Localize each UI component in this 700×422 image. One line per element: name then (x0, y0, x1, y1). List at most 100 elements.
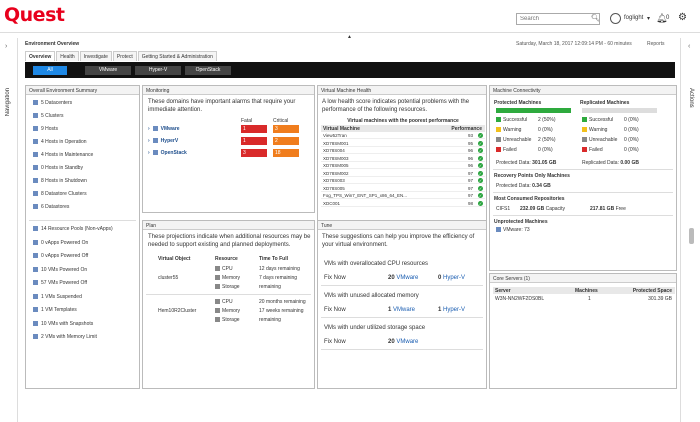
critical-badge[interactable]: 3 (273, 125, 299, 133)
chevron-right-icon[interactable]: › (5, 43, 7, 50)
status-row[interactable]: Successful 2 (50%) (496, 117, 576, 123)
vmware-link-label[interactable]: VMware (393, 307, 415, 313)
summary-item[interactable]: 8 Datastore Clusters (33, 191, 87, 197)
status-row[interactable]: Failed 0 (0%) (496, 147, 576, 153)
status-row[interactable]: Failed 0 (0%) (582, 147, 662, 153)
virtual-object-name[interactable]: Hem10R2Cluster (158, 308, 196, 314)
hyperv-link-label[interactable]: Hyper-V (443, 275, 465, 281)
user-icon[interactable] (610, 13, 621, 24)
table-row[interactable]: XD78SM003 96 ✓ (321, 155, 485, 162)
tab-health[interactable]: Health (56, 51, 79, 61)
summary-item[interactable]: 14 Resource Pools (Non-vApps) (33, 226, 113, 232)
search-input[interactable] (516, 13, 600, 25)
search-icon[interactable]: 🔍︎ (591, 14, 600, 22)
unprotected-vmware[interactable]: VMware: 73 (496, 227, 530, 233)
vm-name[interactable]: XD78SM005 (323, 163, 349, 168)
vm-name[interactable]: XD78S004 (323, 148, 345, 153)
vmware-link[interactable]: 20 VMware (388, 275, 418, 281)
chevron-right-icon[interactable]: › (148, 150, 150, 156)
vm-name[interactable]: View52Tran (323, 133, 347, 138)
table-row[interactable]: XD78SM005 96 ✓ (321, 163, 485, 169)
domain-name[interactable]: OpenStack (161, 150, 187, 156)
chevron-left-icon[interactable]: ‹ (688, 43, 690, 50)
status-row[interactable]: Unreachable 2 (50%) (496, 137, 576, 143)
vm-name[interactable]: XD78SM003 (323, 156, 349, 161)
summary-item[interactable]: 5 Clusters (33, 113, 64, 119)
tab-protect[interactable]: Protect (112, 51, 137, 61)
vm-name[interactable]: XD78SM001 (323, 141, 349, 146)
fatal-badge[interactable]: 3 (241, 149, 267, 157)
filter-openstack[interactable]: OpenStack (185, 66, 231, 75)
summary-item[interactable]: 57 VMs Powered Off (33, 280, 87, 286)
domain-name[interactable]: VMware (161, 126, 180, 132)
actions-panel[interactable]: ‹ Actions (680, 38, 700, 422)
status-row[interactable]: Successful 0 (0%) (582, 117, 662, 123)
table-row[interactable]: Fog_TPS_Win7_ENT_SP1_x86_64_EN... 97 ✓ (321, 193, 485, 199)
gear-icon[interactable]: ⚙ (678, 12, 687, 23)
critical-badge[interactable]: 2 (273, 137, 299, 145)
domain-row[interactable]: › VMware (148, 126, 180, 132)
summary-item[interactable]: 4 Hosts in Operation (33, 139, 87, 145)
navigation-label[interactable]: Navigation (5, 88, 11, 116)
actions-label[interactable]: Actions (688, 88, 694, 108)
filter-vmware[interactable]: VMware (85, 66, 131, 75)
summary-item[interactable]: 0 Hosts in Standby (33, 165, 83, 171)
summary-item[interactable]: 8 Hosts in Shutdown (33, 178, 87, 184)
tab-overview[interactable]: Overview (25, 51, 56, 61)
navigation-panel[interactable]: › Navigation (0, 38, 18, 422)
filter-all[interactable]: All (33, 66, 67, 75)
summary-item[interactable]: 1 VMs Suspended (33, 294, 82, 300)
domain-name[interactable]: HyperV (161, 138, 179, 144)
table-row[interactable]: W3N-NN2WF2DS0BL 1 301.39 GB (493, 295, 675, 302)
hyperv-link[interactable]: 1 Hyper-V (438, 307, 465, 313)
status-row[interactable]: Warning 0 (0%) (582, 127, 662, 133)
vm-name[interactable]: XD78SM002 (323, 171, 349, 176)
table-row[interactable]: XD78S005 97 ✓ (321, 185, 485, 192)
status-row[interactable]: Unreachable 0 (0%) (582, 137, 662, 143)
summary-item[interactable]: 6 Datastores (33, 204, 69, 210)
summary-item[interactable]: 9 Hosts (33, 126, 58, 132)
table-row[interactable]: XDC001 98 ✓ (321, 200, 485, 207)
virtual-object-name[interactable]: cluster55 (158, 275, 178, 281)
status-row[interactable]: Warning 0 (0%) (496, 127, 576, 133)
domain-row[interactable]: › OpenStack (148, 150, 187, 156)
critical-badge[interactable]: 18 (273, 149, 299, 157)
table-row[interactable]: XD78S004 96 ✓ (321, 148, 485, 154)
vmware-link[interactable]: 20 VMware (388, 339, 418, 345)
table-row[interactable]: XD78S003 97 ✓ (321, 178, 485, 184)
vm-name[interactable]: XDC001 (323, 201, 340, 206)
chevron-right-icon[interactable]: › (148, 126, 150, 132)
vm-name[interactable]: Fog_TPS_Win7_ENT_SP1_x86_64_EN... (323, 193, 407, 198)
hyperv-link[interactable]: 0 Hyper-V (438, 275, 465, 281)
summary-item[interactable]: 10 VMs with Snapshots (33, 321, 93, 327)
summary-item[interactable]: 2 VMs with Memory Limit (33, 334, 97, 340)
reports-button[interactable]: Reports (647, 41, 665, 47)
table-row[interactable]: XD78SM001 95 ✓ (321, 140, 485, 147)
summary-item[interactable]: 0 vApps Powered Off (33, 253, 88, 259)
vmware-link-label[interactable]: VMware (396, 275, 418, 281)
summary-item[interactable]: 4 Hosts in Maintenance (33, 152, 93, 158)
table-row[interactable]: View52Tran 93 ✓ (321, 133, 485, 139)
summary-item[interactable]: 10 VMs Powered On (33, 267, 87, 273)
vmware-link[interactable]: 1 VMware (388, 307, 415, 313)
chevron-down-icon[interactable]: ▾ (647, 15, 650, 22)
tab-investigate[interactable]: Investigate (79, 51, 112, 61)
hyperv-link-label[interactable]: Hyper-V (443, 307, 465, 313)
vmware-link-label[interactable]: VMware (396, 339, 418, 345)
summary-item[interactable]: 1 VM Templates (33, 307, 77, 313)
tab-getting-started[interactable]: Getting Started & Administration (137, 51, 217, 61)
fatal-badge[interactable]: 1 (241, 137, 267, 145)
summary-item[interactable]: 0 vApps Powered On (33, 240, 88, 246)
chevron-right-icon[interactable]: › (148, 138, 150, 144)
vm-name[interactable]: XD78S005 (323, 186, 345, 191)
user-name[interactable]: foglight (624, 15, 643, 21)
side-scroll-handle[interactable] (689, 228, 694, 244)
summary-item[interactable]: 5 Datacenters (33, 100, 72, 106)
quest-logo[interactable]: Quest (4, 4, 65, 26)
fatal-badge[interactable]: 1 (241, 125, 267, 133)
domain-row[interactable]: › HyperV (148, 138, 178, 144)
table-row[interactable]: XD78SM002 97 ✓ (321, 170, 485, 177)
filter-hyperv[interactable]: Hyper-V (135, 66, 181, 75)
time-range[interactable]: Saturday, March 18, 2017 12:09:14 PM - 6… (516, 41, 632, 47)
vm-name[interactable]: XD78S003 (323, 178, 345, 183)
